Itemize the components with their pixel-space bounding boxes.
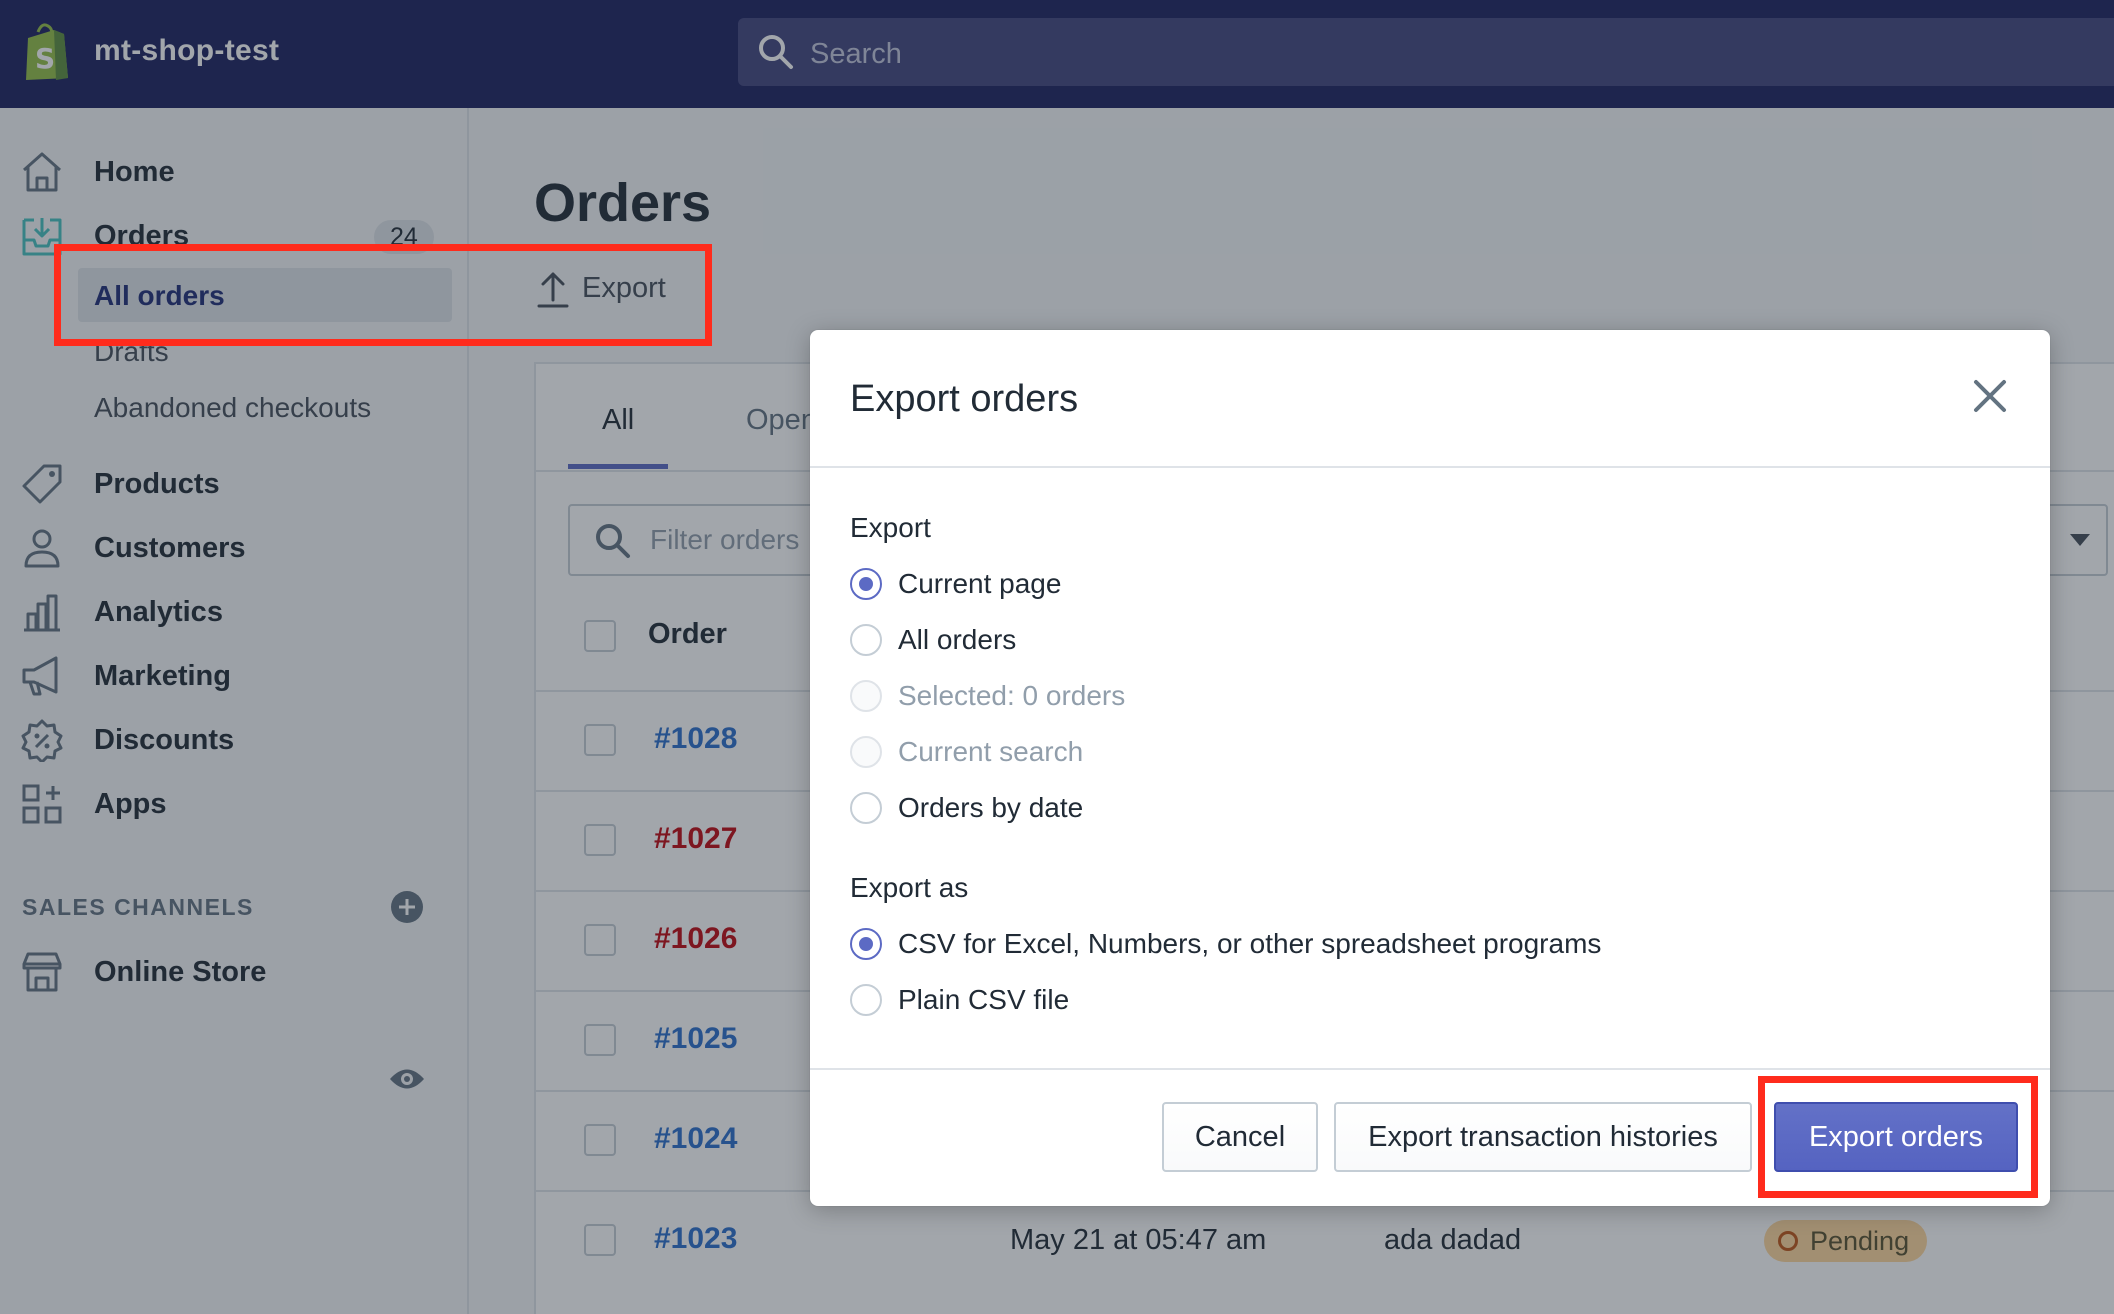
radio-selected-orders: Selected: 0 orders — [850, 676, 1950, 716]
radio-button[interactable] — [850, 624, 882, 656]
divider — [810, 466, 2050, 468]
radio-label: Selected: 0 orders — [898, 680, 1126, 711]
radio-current-page[interactable]: Current page — [850, 564, 1950, 604]
export-transaction-histories-button[interactable]: Export transaction histories — [1334, 1102, 1752, 1172]
export-orders-modal: Export orders Export Current page All or… — [810, 330, 2050, 1206]
export-field-label: Export — [850, 512, 931, 543]
radio-button[interactable] — [850, 984, 882, 1016]
radio-button[interactable] — [850, 568, 882, 600]
radio-button[interactable] — [850, 792, 882, 824]
radio-plain-csv[interactable]: Plain CSV file — [850, 980, 1950, 1020]
radio-label: CSV for Excel, Numbers, or other spreads… — [898, 928, 1602, 959]
radio-label: Current page — [898, 568, 1062, 599]
divider — [810, 1068, 2050, 1070]
highlight-box — [1758, 1076, 2038, 1198]
close-icon[interactable] — [1966, 372, 2014, 420]
radio-button — [850, 680, 882, 712]
radio-orders-by-date[interactable]: Orders by date — [850, 788, 1950, 828]
radio-button[interactable] — [850, 928, 882, 960]
radio-label: Orders by date — [898, 792, 1084, 823]
radio-label: Current search — [898, 736, 1084, 767]
radio-label: Plain CSV file — [898, 984, 1070, 1015]
radio-label: All orders — [898, 624, 1017, 655]
highlight-box — [54, 244, 712, 346]
radio-all-orders[interactable]: All orders — [850, 620, 1950, 660]
export-as-field-label: Export as — [850, 872, 969, 903]
cancel-button[interactable]: Cancel — [1162, 1102, 1318, 1172]
radio-csv-excel[interactable]: CSV for Excel, Numbers, or other spreads… — [850, 924, 1950, 964]
modal-title: Export orders — [850, 378, 1079, 420]
radio-button — [850, 736, 882, 768]
radio-current-search: Current search — [850, 732, 1950, 772]
